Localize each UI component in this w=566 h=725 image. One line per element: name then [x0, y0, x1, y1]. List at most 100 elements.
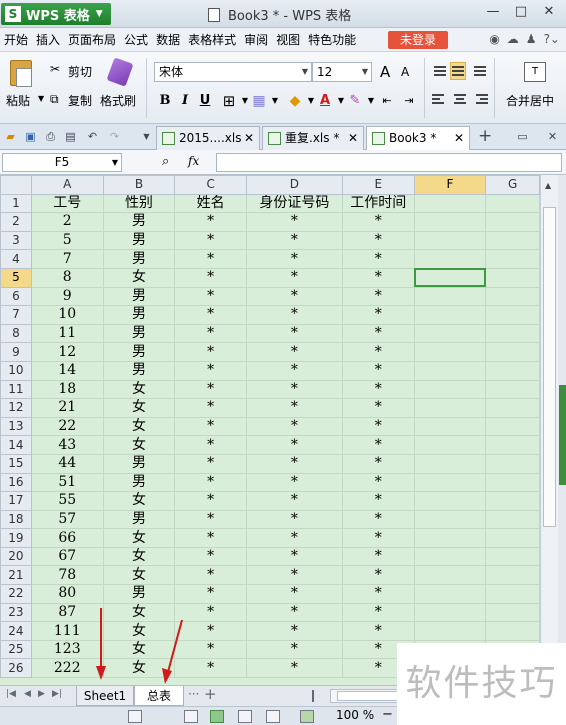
cell[interactable]: *: [174, 212, 247, 232]
cell[interactable]: [485, 602, 540, 623]
align-center-icon[interactable]: [452, 92, 468, 106]
cell[interactable]: [413, 491, 487, 511]
cell[interactable]: *: [174, 639, 247, 660]
cell[interactable]: [485, 528, 540, 548]
help-icon[interactable]: ?⌄: [544, 32, 560, 46]
cell[interactable]: *: [246, 639, 343, 660]
cell[interactable]: [413, 528, 487, 548]
row-header[interactable]: 25: [0, 639, 32, 660]
cell[interactable]: [413, 453, 487, 474]
cell[interactable]: [413, 360, 487, 381]
cell[interactable]: 7: [30, 249, 104, 269]
cell[interactable]: *: [341, 602, 415, 623]
row-header[interactable]: 8: [0, 323, 32, 344]
cell[interactable]: [413, 472, 487, 493]
cell[interactable]: *: [341, 491, 415, 511]
cell[interactable]: 男: [102, 323, 176, 344]
row-header[interactable]: 23: [0, 602, 32, 623]
skin-icon[interactable]: ◉: [489, 32, 499, 46]
cell[interactable]: 男: [102, 230, 176, 251]
row-header[interactable]: 2: [0, 212, 32, 232]
row-header[interactable]: 26: [0, 658, 32, 679]
cell[interactable]: 44: [30, 453, 104, 474]
cell[interactable]: *: [246, 323, 343, 344]
align-right-icon[interactable]: [472, 92, 488, 106]
cell[interactable]: *: [174, 453, 247, 474]
cell[interactable]: [413, 602, 487, 623]
name-box[interactable]: F5 ▼: [2, 153, 122, 172]
cell[interactable]: 22: [30, 416, 104, 437]
cell[interactable]: *: [246, 658, 343, 679]
cell[interactable]: 女: [102, 639, 176, 660]
cell[interactable]: *: [174, 491, 247, 511]
minimize-button[interactable]: —: [482, 4, 504, 19]
cell[interactable]: 14: [30, 360, 104, 381]
doc-tab-book3[interactable]: Book3 * ✕: [366, 126, 470, 151]
menu-home[interactable]: 开始: [0, 31, 32, 48]
row-header[interactable]: 24: [0, 621, 32, 641]
cell[interactable]: [485, 342, 540, 362]
cell[interactable]: [413, 305, 487, 325]
cell[interactable]: *: [174, 267, 247, 288]
row-header[interactable]: 9: [0, 342, 32, 362]
row-header[interactable]: 14: [0, 435, 32, 455]
cell[interactable]: [485, 546, 540, 567]
close-tab-icon[interactable]: ✕: [244, 127, 254, 149]
cell[interactable]: [485, 416, 540, 437]
select-all-corner[interactable]: [0, 175, 32, 195]
row-header[interactable]: 10: [0, 360, 32, 381]
italic-button[interactable]: I: [176, 92, 194, 110]
cell[interactable]: *: [174, 416, 247, 437]
cell[interactable]: [413, 379, 487, 400]
zoom-out-icon[interactable]: −: [382, 707, 393, 722]
cell[interactable]: *: [246, 509, 343, 530]
cell[interactable]: *: [174, 249, 247, 269]
cell[interactable]: 女: [102, 621, 176, 641]
cell[interactable]: *: [341, 212, 415, 232]
cell[interactable]: 66: [30, 528, 104, 548]
cell[interactable]: *: [246, 491, 343, 511]
cell[interactable]: [413, 230, 487, 251]
cell[interactable]: 57: [30, 509, 104, 530]
maximize-button[interactable]: □: [510, 4, 532, 19]
font-size-select[interactable]: 12 ▼: [312, 62, 372, 82]
cell[interactable]: 女: [102, 546, 176, 567]
cell[interactable]: *: [341, 584, 415, 604]
cell[interactable]: [413, 323, 487, 344]
format-painter-button[interactable]: 格式刷: [100, 92, 136, 109]
cell[interactable]: 女: [102, 565, 176, 586]
cell[interactable]: [485, 305, 540, 325]
cell[interactable]: 姓名: [174, 193, 247, 214]
cell[interactable]: [413, 621, 487, 641]
spreadsheet-grid[interactable]: ABCDEFG 1 工号 性别 姓名 身份证号码 工作时间 2 2 男 * * * 3 5 男 * * * 4 7 男 *…: [0, 175, 540, 685]
cell[interactable]: *: [246, 584, 343, 604]
prev-sheet-icon[interactable]: ◀: [24, 689, 31, 699]
sheet-tab-sheet1[interactable]: Sheet1: [76, 686, 134, 706]
cell[interactable]: 男: [102, 212, 176, 232]
cell[interactable]: 女: [102, 435, 176, 455]
formula-input[interactable]: [216, 153, 562, 172]
row-header[interactable]: 21: [0, 565, 32, 586]
zoom-level[interactable]: 100 %: [336, 708, 374, 722]
last-sheet-icon[interactable]: ▶|: [52, 689, 62, 699]
cell[interactable]: *: [246, 342, 343, 362]
column-header-d[interactable]: D: [246, 175, 343, 195]
cell[interactable]: 8: [30, 267, 104, 288]
close-tab-icon[interactable]: ✕: [348, 127, 358, 149]
cell[interactable]: 男: [102, 472, 176, 493]
cell[interactable]: *: [174, 584, 247, 604]
redo-icon[interactable]: ↷: [108, 130, 121, 143]
side-panel-handle[interactable]: [559, 385, 566, 485]
format-painter-icon[interactable]: [106, 57, 134, 87]
indent-icon[interactable]: ⇤: [378, 92, 396, 110]
cell[interactable]: *: [174, 342, 247, 362]
cell[interactable]: 男: [102, 453, 176, 474]
align-left-icon[interactable]: [432, 92, 448, 106]
cell[interactable]: [485, 453, 540, 474]
cell[interactable]: 女: [102, 658, 176, 679]
cell[interactable]: *: [174, 360, 247, 381]
chevron-down-icon[interactable]: ▼: [266, 92, 284, 110]
cell[interactable]: *: [341, 249, 415, 269]
cell[interactable]: *: [246, 546, 343, 567]
grow-font-button[interactable]: A: [380, 63, 390, 81]
